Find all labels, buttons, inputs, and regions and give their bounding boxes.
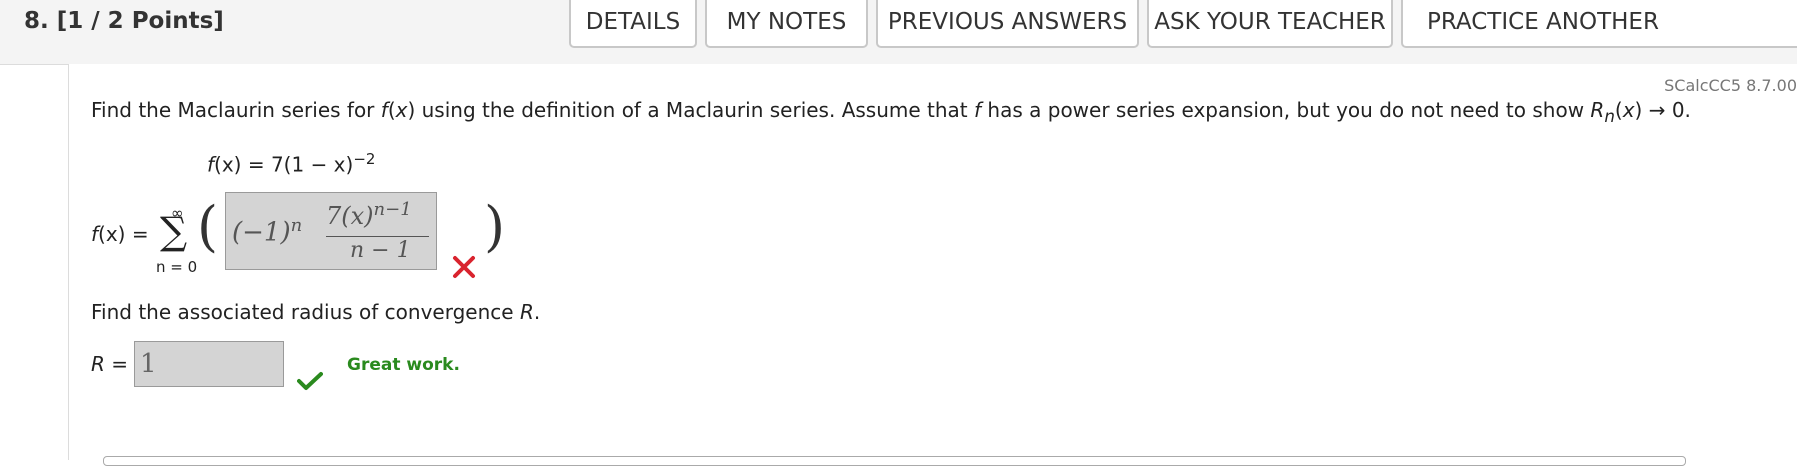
prompt-text: ) → 0. [1634, 98, 1691, 122]
function-symbol: f [974, 98, 982, 122]
prompt-text: ) using the definition of a Maclaurin se… [407, 98, 975, 122]
answer-numerator: 7(x)n−1 [326, 199, 412, 230]
open-paren: ( [197, 195, 219, 258]
variable-symbol: x [395, 98, 408, 122]
tab-details[interactable]: DETAILS [569, 0, 697, 48]
radius-prompt: Find the associated radius of convergenc… [91, 300, 540, 324]
prompt-text: ( [1614, 98, 1623, 122]
next-section-border [103, 456, 1686, 466]
tab-practice-another[interactable]: PRACTICE ANOTHER [1401, 0, 1797, 48]
answer-numerator-exp: n−1 [373, 199, 412, 220]
tab-my-notes[interactable]: MY NOTES [705, 0, 868, 48]
incorrect-x-icon [453, 256, 475, 278]
function-exponent: −2 [353, 150, 376, 168]
function-expression: (x) = 7(1 − x) [214, 152, 354, 177]
question-prompt: Find the Maclaurin series for f(x) using… [91, 98, 1691, 126]
sigma-lower-limit: n = 0 [156, 258, 198, 276]
prompt-text: has a power series expansion, but you do… [981, 98, 1591, 122]
radius-prompt-period: . [533, 300, 541, 324]
series-lhs-rest: (x) = [98, 222, 149, 246]
remainder-symbol: R [1590, 98, 1605, 122]
tab-previous-answers[interactable]: PREVIOUS ANSWERS [876, 0, 1139, 48]
radius-answer-input[interactable]: 1 [134, 341, 284, 387]
prompt-text: ( [387, 98, 396, 122]
function-symbol: f [91, 222, 99, 246]
answer-neg-base: (−1) [232, 217, 291, 248]
close-paren: ) [484, 195, 506, 258]
feedback-message: Great work. [347, 355, 460, 375]
sigma-symbol: ∑ [160, 209, 188, 253]
answer-sign-term: (−1)n [232, 215, 302, 248]
fraction-bar [326, 236, 429, 237]
function-symbol: f [207, 152, 215, 177]
tab-ask-your-teacher[interactable]: ASK YOUR TEACHER [1147, 0, 1393, 48]
answer-denominator: n − 1 [350, 238, 411, 263]
radius-label-symbol: R [91, 352, 105, 376]
function-definition: f(x) = 7(1 − x)−2 [207, 150, 375, 177]
remainder-index: n [1604, 107, 1615, 126]
radius-symbol: R [519, 300, 534, 324]
source-reference: SCalcCC5 8.7.00 [1664, 76, 1797, 95]
question-title: 8. [1 / 2 Points] [24, 8, 224, 34]
correct-check-icon [297, 372, 323, 390]
radius-label-equals: = [104, 352, 129, 376]
series-lhs: f(x) = [91, 222, 149, 246]
radius-prompt-text: Find the associated radius of convergenc… [91, 300, 520, 324]
answer-numerator-base: 7(x) [326, 202, 374, 230]
variable-symbol: x [1622, 98, 1635, 122]
answer-neg-exp: n [290, 215, 303, 236]
prompt-text: Find the Maclaurin series for [91, 98, 381, 122]
radius-label: R = [91, 352, 128, 376]
series-answer-input[interactable]: (−1)n 7(x)n−1 n − 1 [225, 192, 437, 270]
function-symbol: f [380, 98, 388, 122]
